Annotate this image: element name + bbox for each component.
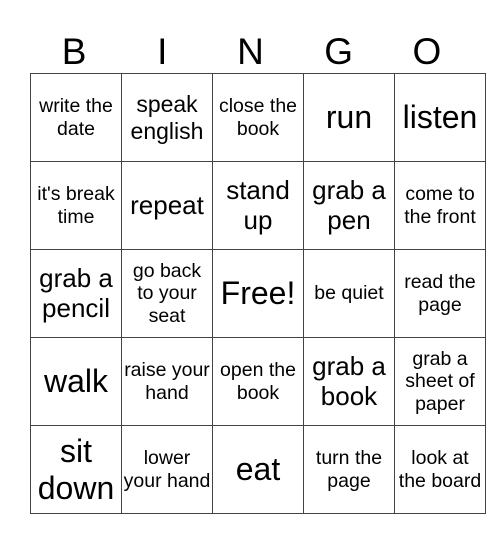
bingo-cell[interactable]: raise your hand xyxy=(121,337,213,426)
bingo-cell[interactable]: it's break time xyxy=(30,161,122,250)
header-letter-o: O xyxy=(412,31,442,72)
bingo-cell[interactable]: come to the front xyxy=(394,161,486,250)
bingo-header: B I N G O xyxy=(30,30,471,74)
bingo-cell[interactable]: sit down xyxy=(30,425,122,514)
bingo-cell[interactable]: listen xyxy=(394,73,486,162)
bingo-cell[interactable]: speak english xyxy=(121,73,213,162)
header-letter-b: B xyxy=(61,31,87,72)
header-letter-n: N xyxy=(237,31,264,72)
bingo-cell[interactable]: read the page xyxy=(394,249,486,338)
bingo-cell[interactable]: turn the page xyxy=(303,425,395,514)
bingo-cell[interactable]: look at the board xyxy=(394,425,486,514)
bingo-cell[interactable]: run xyxy=(303,73,395,162)
bingo-cell[interactable]: lower your hand xyxy=(121,425,213,514)
header-letter-g: G xyxy=(324,31,354,72)
grid-row: write the date speak english close the boo… xyxy=(30,73,486,162)
bingo-cell[interactable]: grab a pen xyxy=(303,161,395,250)
bingo-cell[interactable]: eat xyxy=(212,425,304,514)
bingo-cell[interactable]: walk xyxy=(30,337,122,426)
grid-row: it's break time repeat stand up grab a pen c… xyxy=(30,161,486,250)
grid-row: sit down lower your hand eat turn the page l… xyxy=(30,425,486,514)
bingo-cell[interactable]: grab a sheet of paper xyxy=(394,337,486,426)
bingo-cell[interactable]: grab a book xyxy=(303,337,395,426)
bingo-cell[interactable]: open the book xyxy=(212,337,304,426)
bingo-cell[interactable]: grab a pencil xyxy=(30,249,122,338)
grid-row: walk raise your hand open the book grab a b… xyxy=(30,337,486,426)
bingo-cell[interactable]: write the date xyxy=(30,73,122,162)
header-letter-i: I xyxy=(157,31,168,72)
bingo-cell[interactable]: go back to your seat xyxy=(121,249,213,338)
bingo-cell[interactable]: close the book xyxy=(212,73,304,162)
grid-row: grab a pencil go back to your seat Free! be… xyxy=(30,249,486,338)
bingo-cell[interactable]: repeat xyxy=(121,161,213,250)
bingo-cell[interactable]: Free! xyxy=(212,249,304,338)
bingo-cell[interactable]: stand up xyxy=(212,161,304,250)
bingo-grid: write the date speak english close the boo… xyxy=(30,73,486,514)
bingo-cell[interactable]: be quiet xyxy=(303,249,395,338)
